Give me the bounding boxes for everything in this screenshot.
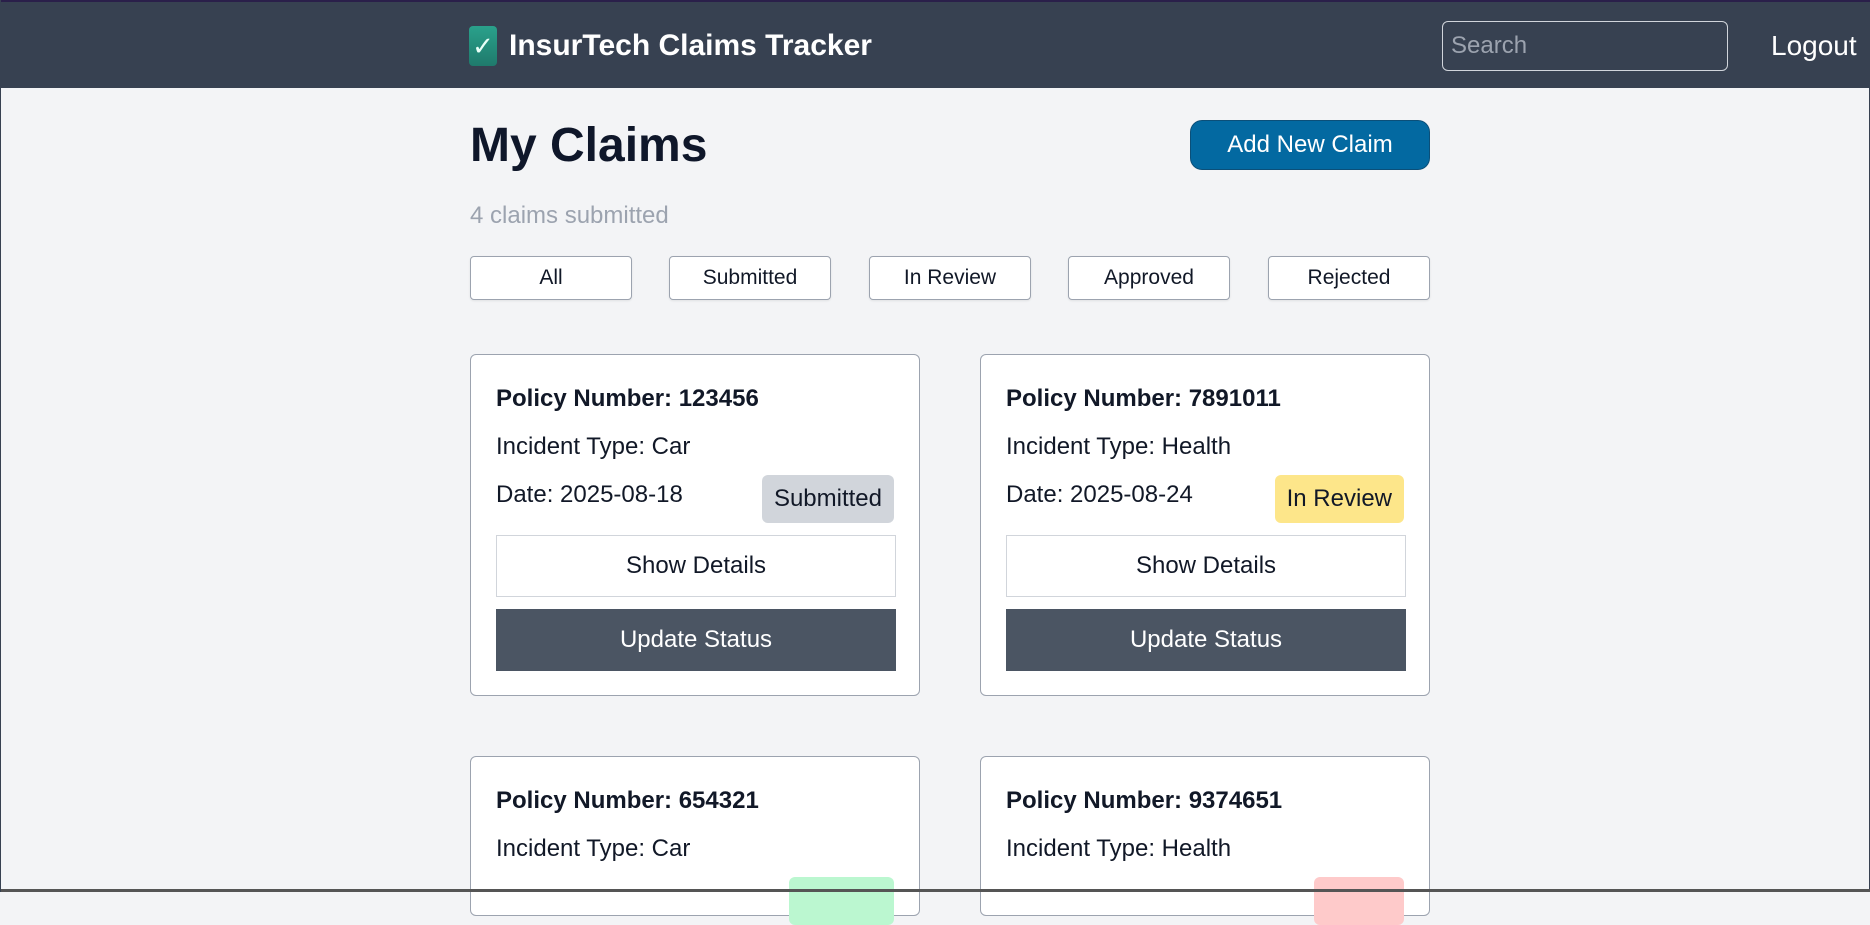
- claim-card: Policy Number: 654321 Incident Type: Car: [470, 756, 920, 925]
- show-details-button[interactable]: Show Details: [496, 535, 896, 597]
- filter-all-button[interactable]: All: [470, 256, 632, 300]
- incident-type: Incident Type: Car: [496, 433, 691, 460]
- page-title: My Claims: [470, 119, 708, 172]
- show-details-button[interactable]: Show Details: [1006, 535, 1406, 597]
- top-navbar: ✓ InsurTech Claims Tracker Logout: [1, 0, 1870, 88]
- incident-type: Incident Type: Health: [1006, 433, 1232, 460]
- claim-card: Policy Number: 9374651 Incident Type: He…: [980, 756, 1430, 925]
- filter-submitted-button[interactable]: Submitted: [669, 256, 831, 300]
- brand[interactable]: ✓ InsurTech Claims Tracker: [469, 26, 872, 66]
- claims-count: 4 claims submitted: [470, 202, 669, 229]
- policy-number: Policy Number: 9374651: [1006, 787, 1283, 814]
- claim-card: Policy Number: 7891011 Incident Type: He…: [980, 354, 1430, 696]
- status-badge: [1314, 877, 1404, 925]
- filter-approved-button[interactable]: Approved: [1068, 256, 1230, 300]
- app-title: InsurTech Claims Tracker: [509, 29, 872, 62]
- incident-type: Incident Type: Car: [496, 835, 691, 862]
- check-icon: ✓: [469, 26, 497, 66]
- add-new-claim-button[interactable]: Add New Claim: [1190, 120, 1430, 170]
- policy-number: Policy Number: 123456: [496, 385, 759, 412]
- logout-link[interactable]: Logout: [1771, 30, 1857, 62]
- status-badge: Submitted: [761, 475, 894, 523]
- update-status-button[interactable]: Update Status: [496, 609, 896, 671]
- incident-type: Incident Type: Health: [1006, 835, 1232, 862]
- claim-date: Date: 2025-08-18: [496, 481, 683, 508]
- search-input[interactable]: [1442, 21, 1728, 71]
- claim-date: Date: 2025-08-24: [1006, 481, 1193, 508]
- filter-in-review-button[interactable]: In Review: [869, 256, 1031, 300]
- policy-number: Policy Number: 7891011: [1006, 385, 1281, 412]
- status-badge: In Review: [1274, 475, 1404, 523]
- policy-number: Policy Number: 654321: [496, 787, 759, 814]
- status-badge: [789, 877, 894, 925]
- filter-rejected-button[interactable]: Rejected: [1268, 256, 1430, 300]
- update-status-button[interactable]: Update Status: [1006, 609, 1406, 671]
- claim-card: Policy Number: 123456 Incident Type: Car…: [470, 354, 920, 696]
- status-filters: All Submitted In Review Approved Rejecte…: [470, 256, 1430, 300]
